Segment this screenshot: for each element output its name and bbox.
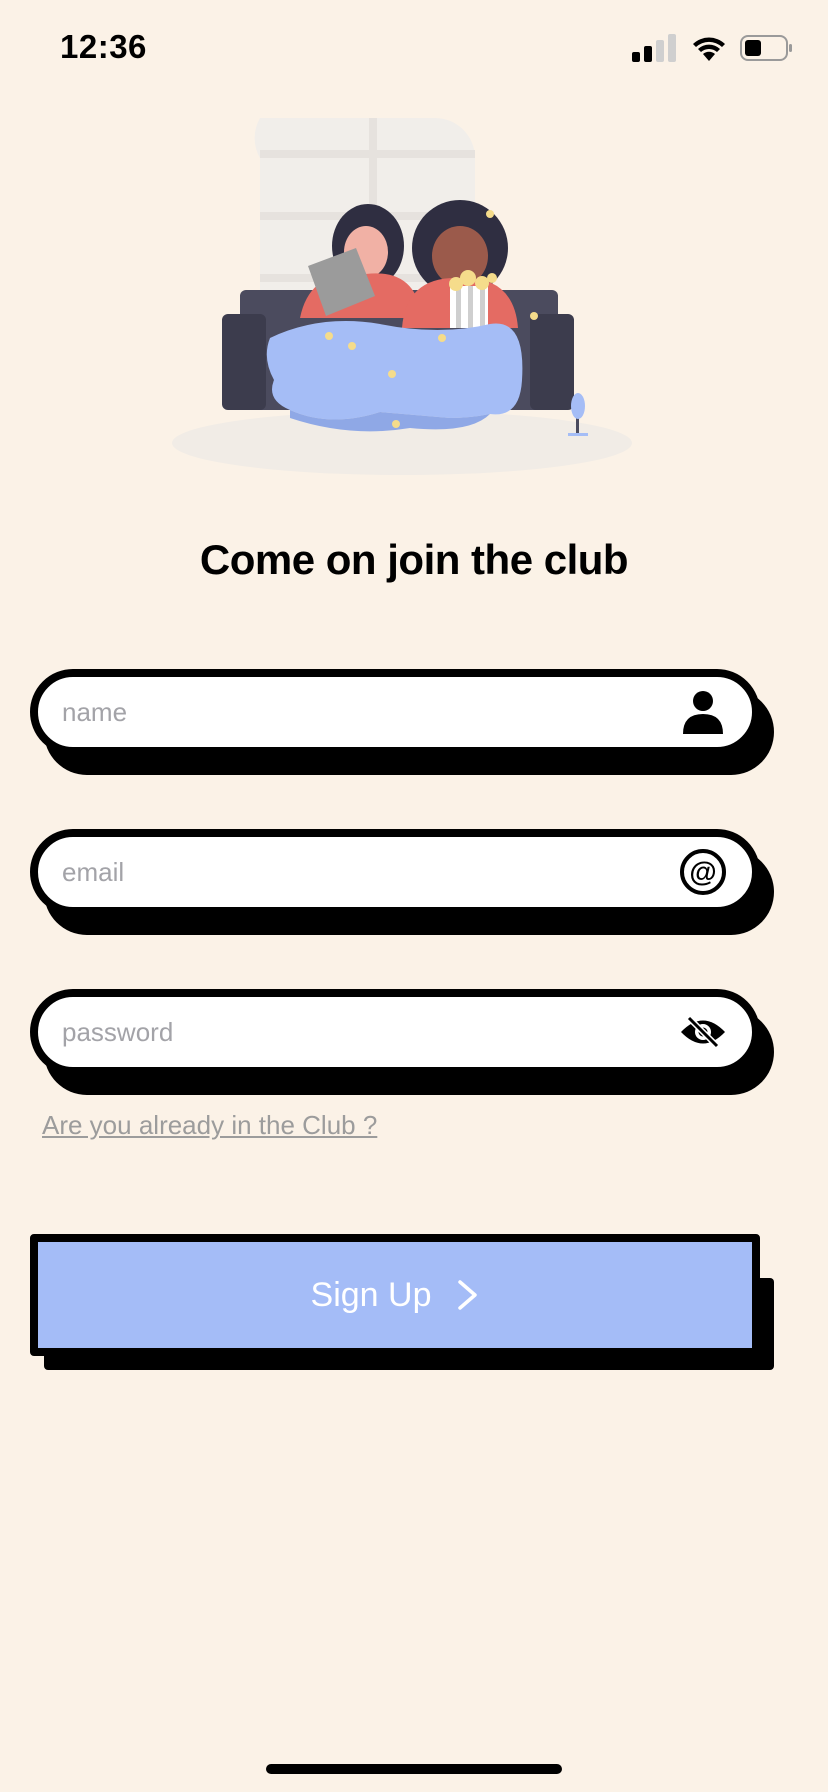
sign-up-button[interactable]: Sign Up	[30, 1234, 760, 1356]
email-input[interactable]	[60, 855, 678, 889]
at-sign-icon: @	[678, 847, 728, 897]
svg-text:@: @	[689, 856, 716, 887]
cellular-signal-icon	[632, 34, 676, 62]
status-icons	[632, 34, 794, 62]
already-member-link[interactable]: Are you already in the Club ?	[42, 1110, 377, 1141]
home-indicator[interactable]	[266, 1764, 562, 1774]
name-field-group	[30, 669, 776, 779]
status-time: 12:36	[60, 28, 147, 65]
person-icon	[678, 687, 728, 737]
wifi-icon	[693, 37, 725, 61]
email-field[interactable]: @	[30, 829, 760, 915]
name-field[interactable]	[30, 669, 760, 755]
name-input[interactable]	[60, 695, 678, 729]
sign-up-label: Sign Up	[310, 1275, 432, 1314]
password-field-group	[30, 989, 776, 1099]
couch-popcorn-illustration	[172, 118, 632, 475]
sign-up-button-group: Sign Up	[30, 1234, 776, 1374]
page-title: Come on join the club	[199, 536, 629, 583]
email-field-group: @	[30, 829, 776, 939]
chevron-right-icon	[458, 1280, 478, 1310]
battery-icon	[740, 35, 792, 61]
password-field[interactable]	[30, 989, 760, 1075]
eye-slash-icon[interactable]	[678, 1007, 728, 1057]
password-input[interactable]	[60, 1015, 678, 1049]
